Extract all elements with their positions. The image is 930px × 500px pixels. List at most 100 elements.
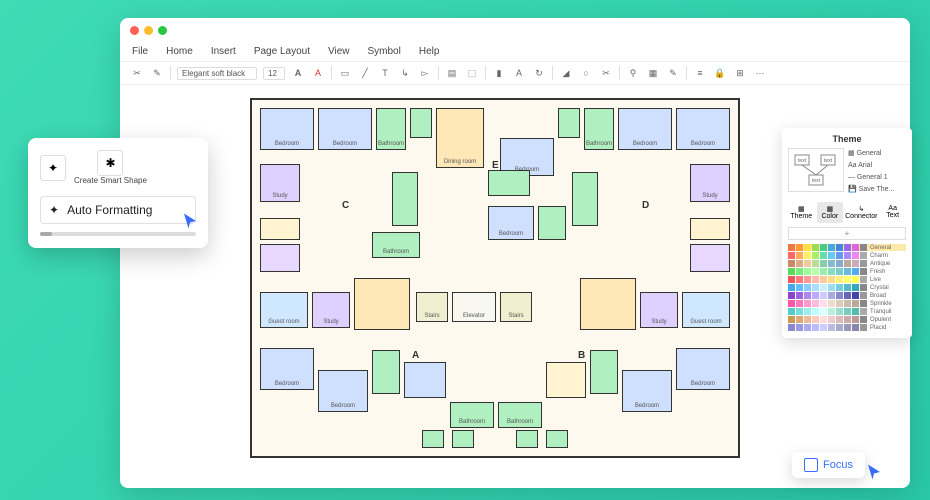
swatch[interactable] (788, 316, 795, 323)
swatch[interactable] (860, 292, 867, 299)
swatch[interactable] (820, 276, 827, 283)
swatch[interactable] (820, 324, 827, 331)
swatch[interactable] (796, 260, 803, 267)
swatch[interactable] (796, 252, 803, 259)
room-dining[interactable]: Dining room (436, 108, 484, 168)
swatch[interactable] (852, 300, 859, 307)
room-bedroom[interactable]: Bedroom (318, 108, 372, 150)
swatch[interactable] (812, 284, 819, 291)
swatch[interactable] (804, 276, 811, 283)
swatch[interactable] (852, 316, 859, 323)
swatch[interactable] (804, 308, 811, 315)
swatch[interactable] (820, 252, 827, 259)
auto-formatting-button[interactable]: ✦ Auto Formatting (40, 196, 196, 224)
room-sitting[interactable] (260, 244, 300, 272)
swatch[interactable] (820, 284, 827, 291)
add-palette-button[interactable]: + (788, 227, 906, 240)
swatch[interactable] (844, 268, 851, 275)
swatch[interactable] (788, 308, 795, 315)
swatch[interactable] (812, 244, 819, 251)
swatch[interactable] (828, 292, 835, 299)
swatch[interactable] (828, 276, 835, 283)
room-bathroom[interactable] (410, 108, 432, 138)
swatch[interactable] (812, 252, 819, 259)
swatch[interactable] (828, 244, 835, 251)
room-study[interactable]: Study (260, 164, 300, 202)
room-guest[interactable]: Guest room (682, 292, 730, 328)
swatch[interactable] (804, 284, 811, 291)
room-small[interactable] (422, 430, 444, 448)
room-bathroom[interactable]: Bathroom (498, 402, 542, 428)
size-select[interactable]: 12 (263, 67, 285, 80)
swatch[interactable] (844, 316, 851, 323)
swatch[interactable] (844, 324, 851, 331)
swatch[interactable] (852, 268, 859, 275)
swatch[interactable] (860, 316, 867, 323)
room-bedroom[interactable]: Bedroom (260, 108, 314, 150)
swatch[interactable] (804, 260, 811, 267)
room-small[interactable] (516, 430, 538, 448)
swatch[interactable] (804, 324, 811, 331)
room-bedroom[interactable]: Bedroom (488, 206, 534, 240)
room-stairs[interactable]: Stairs (416, 292, 448, 322)
swatch[interactable] (844, 292, 851, 299)
swatch[interactable] (804, 292, 811, 299)
room-bedroom[interactable] (404, 362, 446, 398)
cut-icon[interactable]: ✂ (130, 66, 144, 80)
room-stairs[interactable]: Stairs (500, 292, 532, 322)
room-bedroom[interactable]: Bedroom (618, 108, 672, 150)
swatch[interactable] (828, 284, 835, 291)
swatch[interactable] (844, 284, 851, 291)
swatch[interactable] (844, 244, 851, 251)
swatch[interactable] (812, 308, 819, 315)
palette-row[interactable]: Broad (788, 292, 906, 299)
swatch[interactable] (796, 292, 803, 299)
swatch[interactable] (812, 276, 819, 283)
menu-file[interactable]: File (132, 46, 148, 57)
swatch[interactable] (788, 292, 795, 299)
room-bathroom[interactable] (538, 206, 566, 240)
room-bathroom[interactable]: Bathroom (584, 108, 614, 150)
swatch[interactable] (836, 292, 843, 299)
room-bathroom[interactable] (558, 108, 580, 138)
room-dining[interactable] (354, 278, 410, 330)
swatch[interactable] (860, 324, 867, 331)
palette-row[interactable]: Crystal (788, 284, 906, 291)
swatch[interactable] (836, 300, 843, 307)
room-bathroom[interactable] (488, 170, 530, 196)
close-icon[interactable] (130, 26, 139, 35)
swatch[interactable] (804, 316, 811, 323)
room-dining[interactable] (580, 278, 636, 330)
palette-row[interactable]: General (788, 244, 906, 251)
tab-text[interactable]: AaText (879, 202, 906, 223)
swatch[interactable] (836, 316, 843, 323)
swatch[interactable] (788, 276, 795, 283)
menu-symbol[interactable]: Symbol (368, 46, 401, 57)
swatch[interactable] (852, 276, 859, 283)
room-kitchen[interactable] (546, 362, 586, 398)
swatch[interactable] (820, 316, 827, 323)
swatch[interactable] (804, 268, 811, 275)
room-bathroom[interactable] (590, 350, 618, 394)
swatch[interactable] (860, 300, 867, 307)
maximize-icon[interactable] (158, 26, 167, 35)
swatch[interactable] (828, 308, 835, 315)
line-icon[interactable]: ╱ (358, 66, 372, 80)
theme-preview[interactable]: texttexttext (788, 148, 844, 192)
swatch[interactable] (852, 284, 859, 291)
room-kitchen[interactable] (690, 218, 730, 240)
swatch[interactable] (812, 300, 819, 307)
swatch[interactable] (828, 300, 835, 307)
swatch[interactable] (820, 260, 827, 267)
room-bedroom[interactable]: Bedroom (622, 370, 672, 412)
swatch[interactable] (812, 260, 819, 267)
lock-icon[interactable]: 🔒 (713, 66, 727, 80)
paint-icon[interactable]: ▮ (492, 66, 506, 80)
swatch[interactable] (860, 308, 867, 315)
menu-insert[interactable]: Insert (211, 46, 236, 57)
room-study[interactable]: Study (312, 292, 350, 328)
swatch[interactable] (860, 276, 867, 283)
swatch[interactable] (852, 260, 859, 267)
align-icon[interactable]: ≡ (693, 66, 707, 80)
swatch[interactable] (828, 260, 835, 267)
